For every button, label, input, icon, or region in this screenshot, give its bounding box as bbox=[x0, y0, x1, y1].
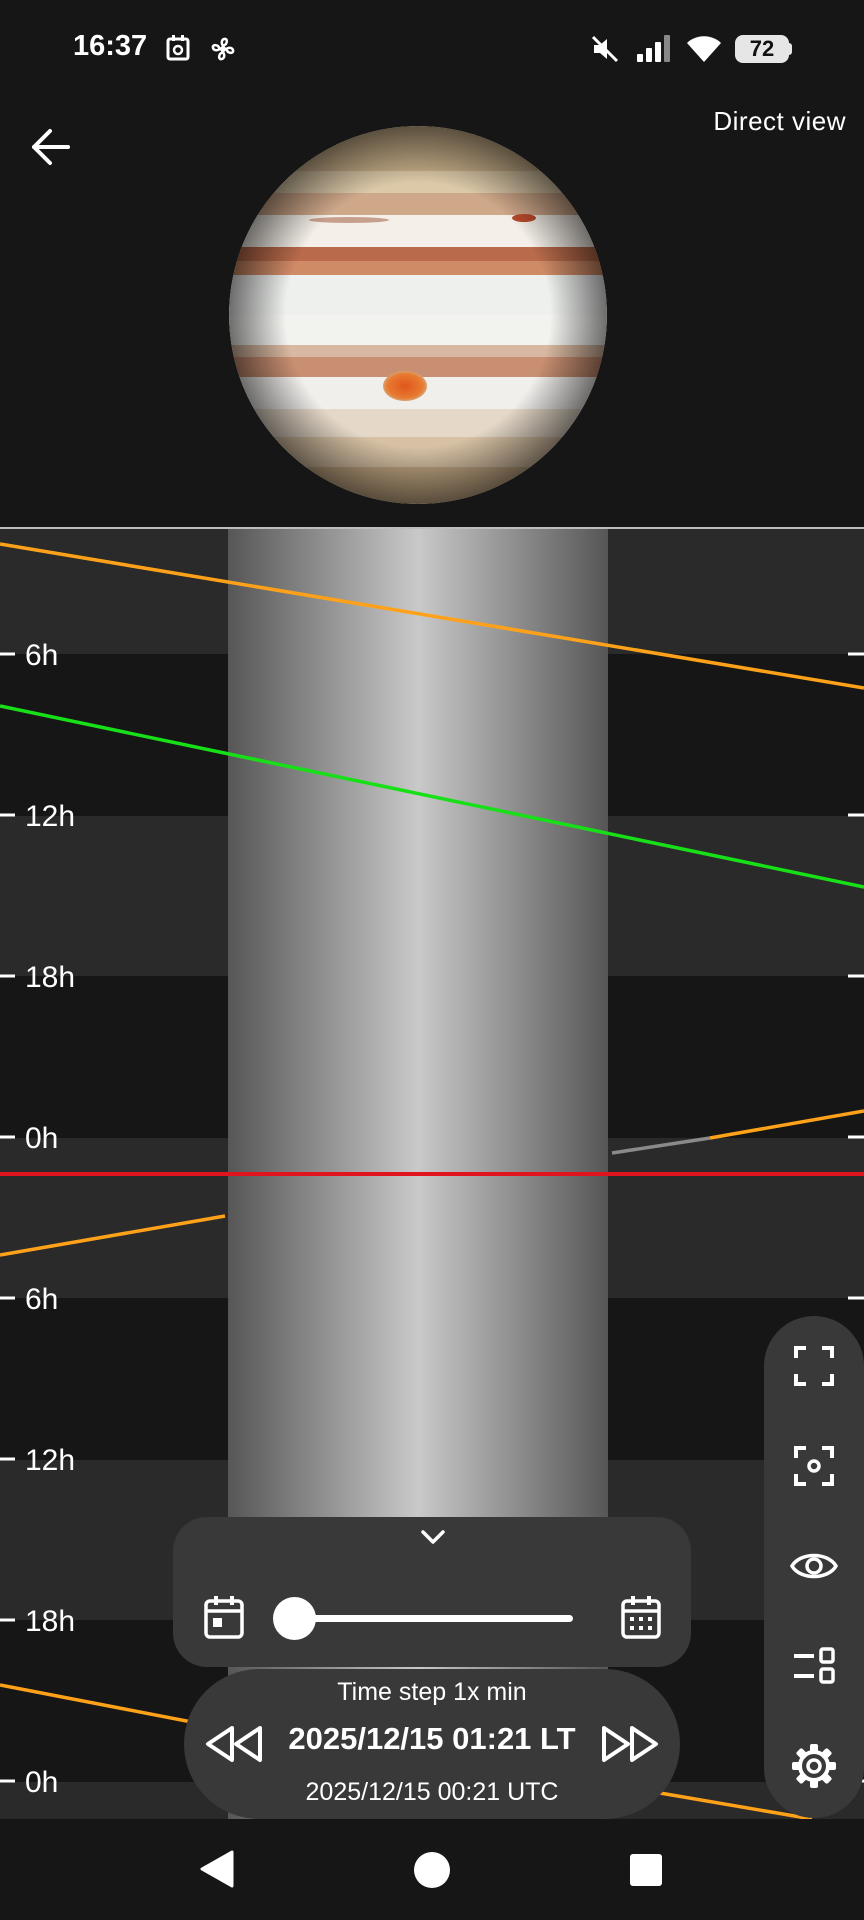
tick-label: 6h bbox=[25, 1283, 58, 1316]
tick-label: 18h bbox=[25, 961, 75, 994]
mute-icon bbox=[591, 35, 619, 63]
home-circle-icon[interactable] bbox=[412, 1850, 452, 1890]
tick-label: 12h bbox=[25, 1444, 75, 1477]
fast-forward-icon[interactable] bbox=[598, 1724, 660, 1764]
time-slider-thumb[interactable] bbox=[273, 1597, 316, 1640]
fan-icon bbox=[211, 37, 235, 61]
center-focus-icon[interactable] bbox=[790, 1442, 838, 1490]
wifi-icon bbox=[687, 36, 721, 62]
calendar-alert-icon bbox=[166, 35, 190, 61]
jupiter-image bbox=[229, 126, 607, 504]
view-mode-toggle[interactable]: Direct view bbox=[713, 106, 846, 137]
battery-icon: 72 bbox=[735, 35, 789, 63]
status-bar: 16:37 72 bbox=[0, 0, 864, 100]
eye-icon[interactable] bbox=[790, 1542, 838, 1590]
back-triangle-icon[interactable] bbox=[196, 1848, 238, 1890]
tick-label: 6h bbox=[25, 639, 58, 672]
signal-icon bbox=[637, 35, 670, 62]
tick-label: 18h bbox=[25, 1605, 75, 1638]
settings-icon[interactable] bbox=[790, 1742, 838, 1790]
back-button[interactable] bbox=[28, 124, 74, 170]
layers-toggle-icon[interactable] bbox=[790, 1642, 838, 1690]
battery-tip bbox=[788, 43, 792, 55]
tick-label: 12h bbox=[25, 800, 75, 833]
calendar-icon[interactable] bbox=[203, 1594, 245, 1640]
recents-square-icon[interactable] bbox=[627, 1851, 665, 1889]
chevron-down-icon[interactable] bbox=[418, 1527, 448, 1549]
time-slider-track[interactable] bbox=[293, 1615, 573, 1622]
status-time: 16:37 bbox=[73, 30, 148, 62]
arrow-left-icon bbox=[32, 129, 70, 165]
tick-label: 0h bbox=[25, 1122, 58, 1155]
fullscreen-icon[interactable] bbox=[790, 1342, 838, 1390]
utc-time-display: 2025/12/15 00:21 UTC bbox=[305, 1778, 559, 1806]
calendar-grid-icon[interactable] bbox=[620, 1594, 662, 1640]
local-time-display: 2025/12/15 01:21 LT bbox=[288, 1721, 576, 1756]
time-step-label[interactable]: Time step 1x min bbox=[0, 1678, 864, 1707]
